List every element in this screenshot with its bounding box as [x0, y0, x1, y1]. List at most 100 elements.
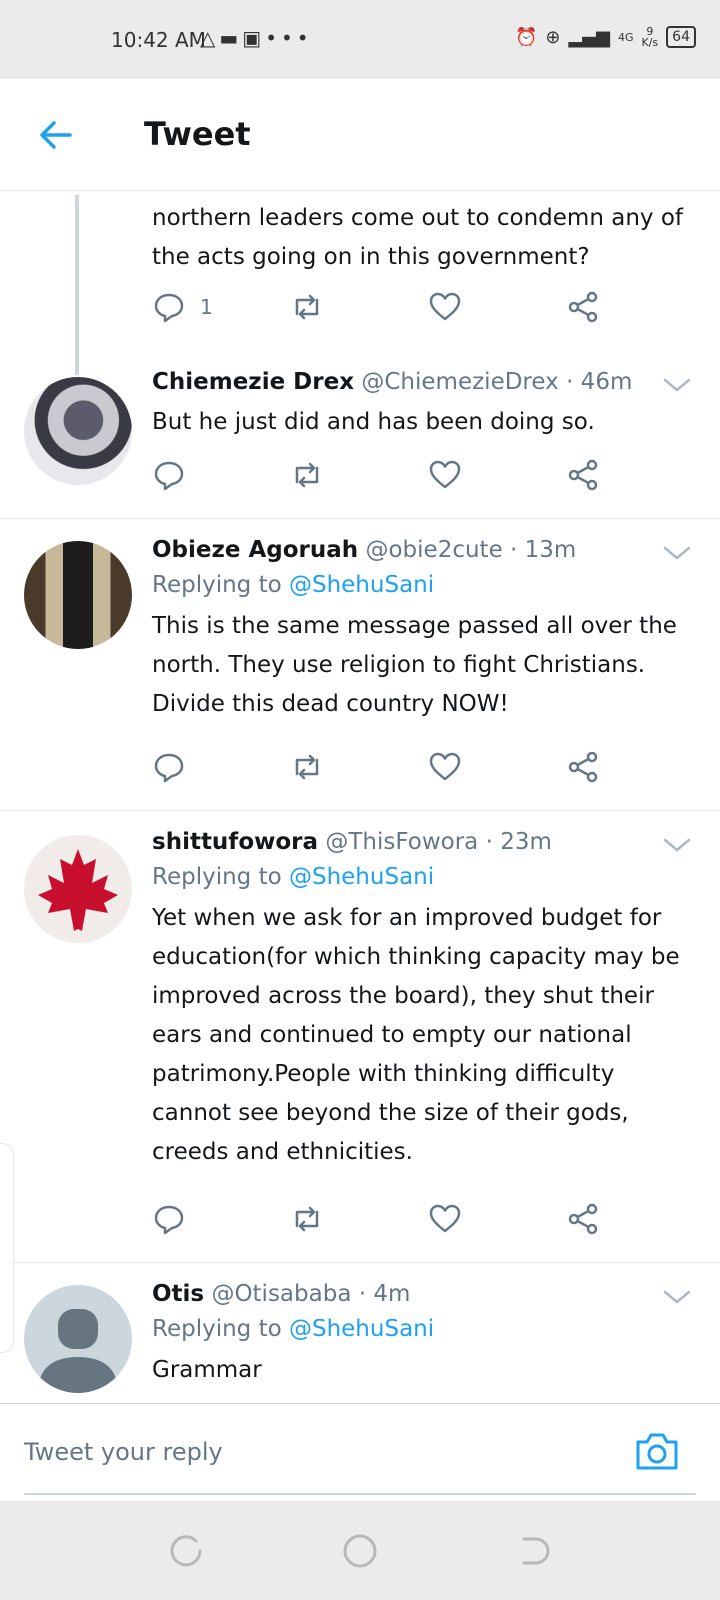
message-icon: ▬	[219, 26, 243, 50]
reply-button[interactable]	[152, 747, 186, 787]
warning-icon: △	[200, 26, 220, 50]
more-dots-icon: •••	[265, 26, 313, 50]
heart-icon	[429, 752, 461, 781]
chevron-down-icon[interactable]	[662, 375, 692, 395]
tweet-body: Grammar	[152, 1357, 262, 1383]
share-button[interactable]	[566, 1199, 600, 1239]
chevron-down-icon[interactable]	[662, 835, 692, 855]
retweet-button[interactable]	[290, 1199, 324, 1239]
reply-button[interactable]	[152, 455, 186, 495]
tweet-meta: Otis @Otisababa · 4m	[152, 1277, 692, 1311]
author-handle[interactable]: @ChiemezieDrex	[361, 369, 558, 395]
avatar[interactable]	[24, 541, 132, 649]
tweet-time: · 4m	[358, 1281, 411, 1307]
share-icon	[568, 459, 598, 491]
tweet-time: · 46m	[566, 369, 633, 395]
tweet-body: northern leaders come out to condemn any…	[152, 205, 683, 270]
tweet-body: This is the same message passed all over…	[152, 613, 677, 717]
chevron-down-icon[interactable]	[662, 543, 692, 563]
replying-to: Replying to @ShehuSani	[152, 864, 435, 890]
share-icon	[568, 751, 598, 783]
like-button[interactable]	[428, 1199, 462, 1239]
tweet-item[interactable]: Otis @Otisababa · 4m Replying to @ShehuS…	[0, 1263, 720, 1403]
reply-bar: Tweet your reply	[0, 1403, 720, 1501]
tweet-meta: shittufowora @ThisFowora · 23m	[152, 825, 692, 859]
reply-icon	[154, 1205, 184, 1235]
avatar[interactable]	[24, 1285, 132, 1393]
tweet-time: · 23m	[485, 829, 552, 855]
maple-leaf-icon	[38, 849, 118, 931]
tweet-item[interactable]: shittufowora @ThisFowora · 23m Replying …	[0, 811, 720, 1263]
retweet-icon	[295, 754, 319, 780]
add-circle-icon: ⊕	[545, 26, 561, 48]
tweet-item[interactable]: Obieze Agoruah @obie2cute · 13m Replying…	[0, 519, 720, 811]
floating-side-handle[interactable]	[0, 1143, 14, 1353]
tweet-meta: Obieze Agoruah @obie2cute · 13m	[152, 533, 692, 567]
back-arrow-icon[interactable]	[36, 115, 76, 155]
share-button[interactable]	[566, 747, 600, 787]
tweet-meta: Chiemezie Drex @ChiemezieDrex · 46m	[152, 365, 692, 399]
tweet-feed[interactable]: northern leaders come out to condemn any…	[0, 191, 720, 1403]
chevron-down-icon[interactable]	[662, 1287, 692, 1307]
author-name[interactable]: shittufowora	[152, 829, 318, 855]
mention-link[interactable]: @ShehuSani	[289, 1316, 434, 1342]
author-name[interactable]: Obieze Agoruah	[152, 537, 358, 563]
reply-icon	[154, 461, 184, 491]
mention-link[interactable]: @ShehuSani	[289, 864, 434, 890]
network-type: 4G	[617, 30, 634, 44]
header: Tweet	[0, 79, 720, 191]
status-bar: 10:42 AM △▬▣••• ⏰ ⊕ ▂▄▆ 4G 9 K/s 64	[0, 0, 720, 79]
back-nav-icon[interactable]	[514, 1531, 554, 1571]
default-avatar-icon	[38, 1309, 118, 1393]
notification-icons: △▬▣•••	[200, 26, 313, 50]
system-nav-bar	[0, 1501, 720, 1600]
reply-icon	[154, 293, 184, 323]
like-button[interactable]	[428, 287, 462, 327]
recent-apps-icon[interactable]	[166, 1531, 206, 1571]
author-handle[interactable]: @obie2cute	[365, 537, 502, 563]
share-button[interactable]	[566, 287, 600, 327]
share-icon	[568, 1203, 598, 1235]
reply-input[interactable]: Tweet your reply	[24, 1438, 223, 1466]
game-icon: ▣	[242, 26, 266, 50]
reply-button[interactable]: 1	[152, 287, 213, 327]
camera-icon[interactable]	[634, 1430, 680, 1472]
network-speed: 9 K/s	[641, 25, 659, 49]
author-name[interactable]: Chiemezie Drex	[152, 369, 354, 395]
reply-icon	[154, 753, 184, 783]
tweet-item[interactable]: Chiemezie Drex @ChiemezieDrex · 46m But …	[0, 361, 720, 519]
share-icon	[568, 291, 598, 323]
author-handle[interactable]: @Otisababa	[211, 1281, 351, 1307]
reply-button[interactable]	[152, 1199, 186, 1239]
author-name[interactable]: Otis	[152, 1281, 204, 1307]
reply-input-underline	[24, 1493, 696, 1495]
reply-count: 1	[200, 295, 213, 319]
replying-to: Replying to @ShehuSani	[152, 572, 435, 598]
mention-link[interactable]: @ShehuSani	[289, 572, 434, 598]
signal-icon: ▂▄▆	[568, 26, 610, 48]
retweet-icon	[295, 462, 319, 488]
heart-icon	[429, 460, 461, 489]
retweet-button[interactable]	[290, 747, 324, 787]
retweet-icon	[295, 294, 319, 320]
heart-icon	[429, 1204, 461, 1233]
avatar[interactable]	[24, 377, 132, 485]
alarm-icon: ⏰	[514, 26, 538, 48]
retweet-button[interactable]	[290, 287, 324, 327]
avatar[interactable]	[24, 835, 132, 943]
replying-to: Replying to @ShehuSani	[152, 1316, 435, 1342]
author-handle[interactable]: @ThisFowora	[325, 829, 478, 855]
page-title: Tweet	[144, 115, 251, 153]
tweet-time: · 13m	[510, 537, 577, 563]
like-button[interactable]	[428, 455, 462, 495]
status-time: 10:42 AM	[111, 28, 206, 52]
like-button[interactable]	[428, 747, 462, 787]
retweet-button[interactable]	[290, 455, 324, 495]
tweet-item[interactable]: northern leaders come out to condemn any…	[0, 191, 720, 351]
heart-icon	[429, 292, 461, 321]
battery-icon: 64	[666, 26, 696, 48]
tweet-body: But he just did and has been doing so.	[152, 409, 595, 435]
retweet-icon	[295, 1206, 319, 1232]
share-button[interactable]	[566, 455, 600, 495]
home-icon[interactable]	[340, 1531, 380, 1571]
